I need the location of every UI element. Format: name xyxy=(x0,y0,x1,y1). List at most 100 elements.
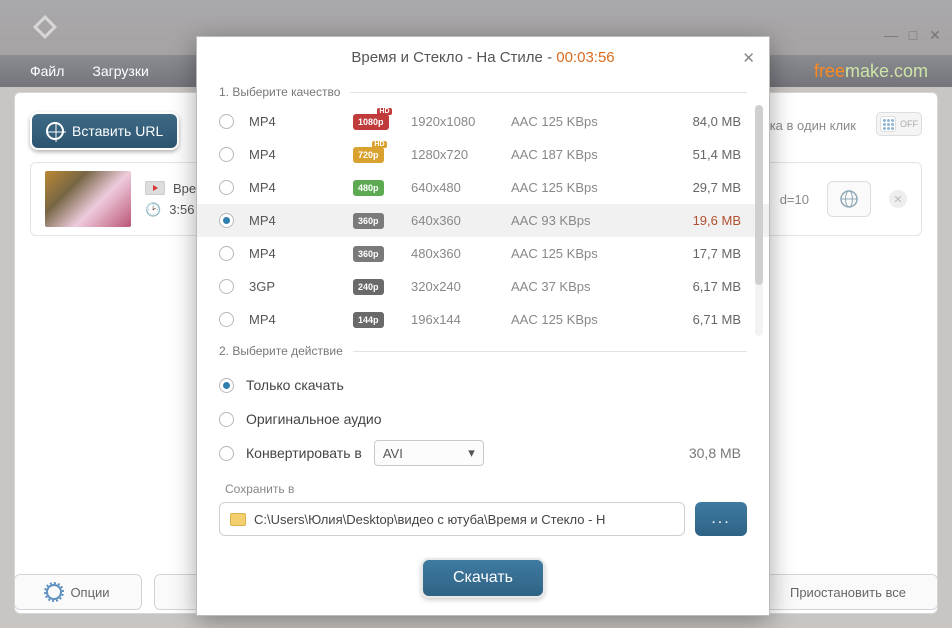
action-original-audio[interactable]: Оригинальное аудио xyxy=(219,402,747,436)
quality-format: MP4 xyxy=(249,312,323,327)
save-path-value: C:\Users\Юлия\Desktop\видео с ютуба\Врем… xyxy=(254,512,605,527)
clock-icon: 🕑 xyxy=(145,202,161,218)
convert-format-select[interactable]: AVI ▾ xyxy=(374,440,484,466)
quality-badge: 480p xyxy=(353,180,384,196)
quality-codec: AAC 125 KBps xyxy=(511,180,651,195)
quality-row[interactable]: MP4480p640x480AAC 125 KBps29,7 MB xyxy=(197,171,769,204)
quality-row[interactable]: 3GP 240p 320x240AAC 37 KBps6,17 MB xyxy=(197,270,769,303)
download-dialog: Время и Стекло - На Стиле - 00:03:56 ✕ 1… xyxy=(196,36,770,616)
open-source-button[interactable] xyxy=(827,181,871,217)
paste-url-button[interactable]: Вставить URL xyxy=(30,112,179,150)
section-action-text: 2. Выберите действие xyxy=(219,344,343,358)
quality-badge: 1080pHD xyxy=(353,114,389,130)
action-original-audio-label: Оригинальное аудио xyxy=(246,411,382,427)
quality-row[interactable]: MP4360p640x360AAC 93 KBps19,6 MB xyxy=(197,204,769,237)
dialog-duration: 00:03:56 xyxy=(556,49,614,66)
quality-format: MP4 xyxy=(249,114,323,129)
window-minimize-button[interactable]: — xyxy=(884,28,898,42)
queue-duration: 3:56 xyxy=(169,202,194,217)
section-quality-text: 1. Выберите качество xyxy=(219,85,340,99)
globe-icon xyxy=(46,122,64,140)
dialog-header: Время и Стекло - На Стиле - 00:03:56 ✕ xyxy=(197,37,769,77)
app-logo-icon xyxy=(30,12,60,42)
chevron-down-icon: ▾ xyxy=(468,445,475,461)
radio-icon xyxy=(219,180,234,195)
radio-icon xyxy=(219,378,234,393)
action-list: Только скачать Оригинальное аудио Конвер… xyxy=(197,364,769,474)
quality-size: 17,7 MB xyxy=(651,246,769,261)
action-download-only-label: Только скачать xyxy=(246,377,344,393)
window-close-button[interactable]: ✕ xyxy=(928,28,942,42)
quality-resolution: 480x360 xyxy=(411,246,511,261)
radio-icon xyxy=(219,114,234,129)
save-path-field[interactable]: C:\Users\Юлия\Desktop\видео с ютуба\Врем… xyxy=(219,502,685,536)
quality-badge: 360p xyxy=(353,246,384,262)
quality-size: 19,6 MB xyxy=(651,213,769,228)
video-thumbnail xyxy=(45,171,131,227)
toggle-off-label: OFF xyxy=(900,119,918,129)
pause-all-button[interactable]: Приостановить все xyxy=(758,574,938,610)
toggle-grip-icon xyxy=(880,116,896,132)
quality-format: MP4 xyxy=(249,180,323,195)
quality-codec: AAC 125 KBps xyxy=(511,246,651,261)
quality-resolution: 196x144 xyxy=(411,312,511,327)
quality-format: MP4 xyxy=(249,246,323,261)
action-convert-to[interactable]: Конвертировать в AVI ▾ 30,8 MB xyxy=(219,436,747,470)
folder-icon xyxy=(230,513,246,526)
queue-url-tail: d=10 xyxy=(780,192,809,207)
quality-badge: 144p xyxy=(353,312,384,328)
one-click-toggle[interactable]: OFF xyxy=(876,112,922,136)
quality-codec: AAC 187 KBps xyxy=(511,147,651,162)
youtube-icon xyxy=(145,181,165,195)
quality-size: 6,17 MB xyxy=(651,279,769,294)
menu-downloads[interactable]: Загрузки xyxy=(92,63,148,79)
download-button[interactable]: Скачать xyxy=(421,558,545,598)
dialog-title: Время и Стекло - На Стиле xyxy=(351,49,543,66)
globe-icon xyxy=(839,189,859,209)
brand-link[interactable]: freemake.com xyxy=(814,61,928,82)
quality-badge: 360p xyxy=(353,213,384,229)
convert-format-value: AVI xyxy=(383,446,403,461)
radio-icon xyxy=(219,147,234,162)
quality-row[interactable]: MP4 360p 480x360AAC 125 KBps17,7 MB xyxy=(197,237,769,270)
radio-icon xyxy=(219,279,234,294)
quality-badge: 720pHD xyxy=(353,147,384,163)
window-maximize-button[interactable]: □ xyxy=(906,28,920,42)
save-to-label: Сохранить в xyxy=(225,482,769,496)
options-button[interactable]: Опции xyxy=(14,574,142,610)
browse-button[interactable]: ... xyxy=(695,502,747,536)
quality-badge: 240p xyxy=(353,279,384,295)
quality-codec: AAC 37 KBps xyxy=(511,279,651,294)
quality-format: 3GP xyxy=(249,279,323,294)
quality-row[interactable]: MP4 144p 196x144AAC 125 KBps6,71 MB xyxy=(197,303,769,336)
action-convert-to-label: Конвертировать в xyxy=(246,445,362,461)
quality-codec: AAC 93 KBps xyxy=(511,213,651,228)
section-quality-label: 1. Выберите качество xyxy=(219,85,769,99)
quality-size: 6,71 MB xyxy=(651,312,769,327)
radio-icon xyxy=(219,213,234,228)
quality-resolution: 1920x1080 xyxy=(411,114,511,129)
options-label: Опции xyxy=(70,585,109,600)
quality-resolution: 320x240 xyxy=(411,279,511,294)
convert-size: 30,8 MB xyxy=(689,445,747,461)
quality-codec: AAC 125 KBps xyxy=(511,312,651,327)
action-download-only[interactable]: Только скачать xyxy=(219,368,747,402)
dialog-close-button[interactable]: ✕ xyxy=(742,49,755,67)
quality-size: 84,0 MB xyxy=(651,114,769,129)
one-click-label-tail: узка в один клик xyxy=(757,118,856,133)
radio-icon xyxy=(219,246,234,261)
menu-file[interactable]: Файл xyxy=(30,63,64,79)
quality-codec: AAC 125 KBps xyxy=(511,114,651,129)
radio-icon xyxy=(219,412,234,427)
quality-format: MP4 xyxy=(249,213,323,228)
quality-row[interactable]: MP4720pHD1280x720AAC 187 KBps51,4 MB xyxy=(197,138,769,171)
quality-row[interactable]: MP4 1080pHD 1920x1080AAC 125 KBps84,0 MB xyxy=(197,105,769,138)
paste-url-label: Вставить URL xyxy=(72,123,163,139)
radio-icon xyxy=(219,312,234,327)
remove-item-button[interactable]: ✕ xyxy=(889,190,907,208)
quality-scrollbar-thumb[interactable] xyxy=(755,105,763,285)
quality-resolution: 640x480 xyxy=(411,180,511,195)
radio-icon xyxy=(219,446,234,461)
gear-icon xyxy=(46,584,62,600)
quality-format: MP4 xyxy=(249,147,323,162)
